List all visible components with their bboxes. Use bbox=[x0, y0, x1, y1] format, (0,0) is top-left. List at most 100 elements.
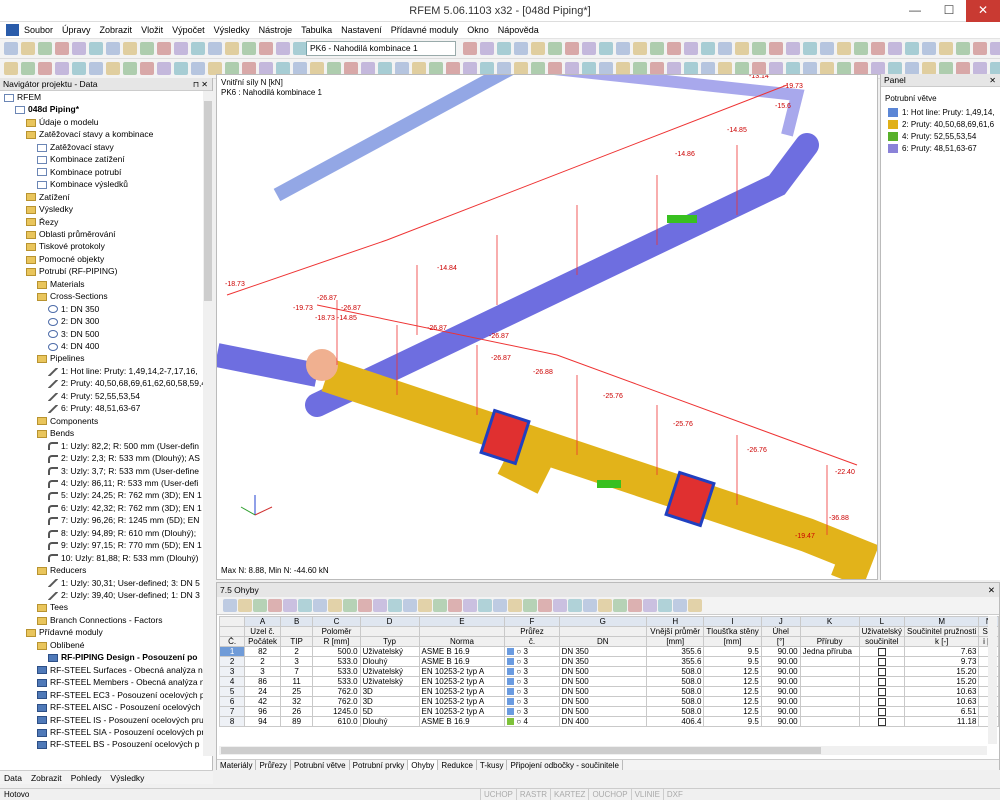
wall-thickness-cell[interactable]: 12.5 bbox=[703, 666, 762, 677]
column-letter[interactable]: B bbox=[279, 616, 314, 627]
tree-item[interactable]: 4: DN 400 bbox=[48, 340, 99, 352]
table-row[interactable]: 3 3 7 533.0 Uživatelský EN 10253-2 typ A ○ 3 DN… bbox=[218, 666, 999, 677]
tree-item[interactable]: RF-STEEL SIA - Posouzení ocelových pr bbox=[37, 726, 203, 738]
tip-node-cell[interactable]: 89 bbox=[279, 716, 314, 727]
column-letter[interactable]: K bbox=[799, 616, 860, 627]
radius-cell[interactable]: 762.0 bbox=[312, 696, 361, 707]
tree-item[interactable]: Řezy bbox=[26, 216, 58, 228]
user-factor-checkbox[interactable] bbox=[877, 697, 886, 706]
tree-item[interactable]: 1: Uzly: 82,2; R: 500 mm (User-defin bbox=[48, 440, 199, 452]
dn-cell[interactable]: DN 400 bbox=[558, 716, 648, 727]
toolbar-tool-icon[interactable] bbox=[956, 42, 970, 55]
status-mode-0[interactable]: UCHOP bbox=[480, 789, 516, 800]
status-mode-3[interactable]: OUCHOP bbox=[588, 789, 630, 800]
norm-cell[interactable]: EN 10253-2 typ A bbox=[418, 696, 506, 707]
table-tool-icon[interactable] bbox=[433, 599, 447, 612]
table-tool-icon[interactable] bbox=[598, 599, 612, 612]
tree-item[interactable]: RF-STEEL EC3 - Posouzení ocelových p bbox=[37, 689, 203, 701]
tree-item[interactable]: Kombinace výsledků bbox=[37, 178, 128, 190]
table-tool-icon[interactable] bbox=[568, 599, 582, 612]
tree-item[interactable]: 2: Uzly: 39,40; User-defined; 1: DN 3 bbox=[48, 589, 200, 601]
toolbar-tool-icon[interactable] bbox=[72, 42, 86, 55]
table-tool-icon[interactable] bbox=[673, 599, 687, 612]
table-tool-icon[interactable] bbox=[253, 599, 267, 612]
flexibility-cell[interactable]: 9.73 bbox=[904, 656, 980, 667]
table-tool-icon[interactable] bbox=[418, 599, 432, 612]
flexibility-cell[interactable]: 7.63 bbox=[904, 646, 980, 657]
toolbar-tool-icon[interactable] bbox=[531, 42, 545, 55]
section-cell[interactable]: ○ 4 bbox=[504, 716, 560, 727]
angle-cell[interactable]: 90.00 bbox=[760, 686, 801, 697]
table-tool-icon[interactable] bbox=[688, 599, 702, 612]
tree-item[interactable]: 1: Hot line: Pruty: 1,49,14,2-7,17,16, bbox=[48, 365, 198, 377]
tree-item[interactable]: Přídavné moduly bbox=[26, 626, 103, 638]
outer-diameter-cell[interactable]: 406.4 bbox=[645, 716, 705, 727]
radius-type-cell[interactable]: 5D bbox=[359, 706, 420, 717]
radius-type-cell[interactable]: Dlouhý bbox=[359, 716, 420, 727]
toolbar-tool-icon[interactable] bbox=[191, 62, 205, 75]
row-number[interactable]: 5 bbox=[218, 686, 246, 697]
tree-item[interactable]: Kombinace potrubí bbox=[37, 166, 121, 178]
table-vscroll[interactable] bbox=[988, 616, 997, 744]
tree-item[interactable]: 1: DN 350 bbox=[48, 303, 99, 315]
toolbar-tool-icon[interactable] bbox=[174, 42, 188, 55]
menu-item-6[interactable]: Nástroje bbox=[259, 25, 293, 35]
dn-cell[interactable]: DN 500 bbox=[558, 686, 648, 697]
norm-cell[interactable]: EN 10253-2 typ A bbox=[418, 706, 506, 717]
section-cell[interactable]: ○ 3 bbox=[504, 656, 560, 667]
table-tool-icon[interactable] bbox=[628, 599, 642, 612]
flexibility-cell[interactable]: 11.18 bbox=[904, 716, 980, 727]
status-mode-5[interactable]: DXF bbox=[662, 789, 686, 800]
menu-item-3[interactable]: Vložit bbox=[141, 25, 163, 35]
start-node-cell[interactable]: 86 bbox=[244, 676, 281, 687]
radius-type-cell[interactable]: Uživatelský bbox=[359, 676, 420, 687]
nav-tab-1[interactable]: Zobrazit bbox=[27, 771, 67, 784]
outer-diameter-cell[interactable]: 355.6 bbox=[645, 646, 705, 657]
menu-item-10[interactable]: Okno bbox=[467, 25, 489, 35]
toolbar-tool-icon[interactable] bbox=[140, 62, 154, 75]
row-number[interactable]: 6 bbox=[218, 696, 246, 707]
toolbar-tool-icon[interactable] bbox=[718, 42, 732, 55]
toolbar-tool-icon[interactable] bbox=[565, 42, 579, 55]
start-node-cell[interactable]: 3 bbox=[244, 666, 281, 677]
tip-node-cell[interactable]: 11 bbox=[279, 676, 314, 687]
radius-cell[interactable]: 762.0 bbox=[312, 686, 361, 697]
tree-item[interactable]: Zatížení bbox=[26, 191, 70, 203]
toolbar-tool-icon[interactable] bbox=[667, 42, 681, 55]
toolbar-tool-icon[interactable] bbox=[871, 42, 885, 55]
wall-thickness-cell[interactable]: 12.5 bbox=[703, 676, 762, 687]
toolbar-tool-icon[interactable] bbox=[633, 42, 647, 55]
table-tool-icon[interactable] bbox=[343, 599, 357, 612]
toolbar-tool-icon[interactable] bbox=[973, 42, 987, 55]
table-tab-7[interactable]: Připojení odbočky - součinitele bbox=[507, 760, 623, 770]
nav-tab-3[interactable]: Výsledky bbox=[106, 771, 149, 784]
tree-item[interactable]: RFEM bbox=[4, 91, 41, 103]
flanges-cell[interactable] bbox=[799, 676, 860, 687]
table-tool-icon[interactable] bbox=[463, 599, 477, 612]
norm-cell[interactable]: ASME B 16.9 bbox=[418, 656, 506, 667]
toolbar-tool-icon[interactable] bbox=[769, 42, 783, 55]
tip-node-cell[interactable]: 25 bbox=[279, 686, 314, 697]
tip-node-cell[interactable]: 2 bbox=[279, 646, 314, 657]
tree-item[interactable]: Výsledky bbox=[26, 203, 73, 215]
table-tool-icon[interactable] bbox=[613, 599, 627, 612]
start-node-cell[interactable]: 2 bbox=[244, 656, 281, 667]
toolbar-tool-icon[interactable] bbox=[225, 42, 239, 55]
table-tool-icon[interactable] bbox=[583, 599, 597, 612]
toolbar-tool-icon[interactable] bbox=[837, 42, 851, 55]
toolbar-tool-icon[interactable] bbox=[38, 62, 52, 75]
toolbar-tool-icon[interactable] bbox=[208, 42, 222, 55]
wall-thickness-cell[interactable]: 12.5 bbox=[703, 696, 762, 707]
column-letter[interactable]: H bbox=[645, 616, 705, 627]
close-button[interactable]: ✕ bbox=[966, 0, 1000, 22]
flanges-cell[interactable] bbox=[799, 666, 860, 677]
toolbar-tool-icon[interactable] bbox=[888, 42, 902, 55]
column-letter[interactable]: C bbox=[312, 616, 361, 627]
table-tool-icon[interactable] bbox=[643, 599, 657, 612]
tree-item[interactable]: Tees bbox=[37, 601, 68, 613]
dn-cell[interactable]: DN 500 bbox=[558, 706, 648, 717]
angle-cell[interactable]: 90.00 bbox=[760, 706, 801, 717]
row-number[interactable]: 4 bbox=[218, 676, 246, 687]
nav-tab-0[interactable]: Data bbox=[0, 771, 27, 784]
tree-item[interactable]: 5: Uzly: 24,25; R: 762 mm (3D); EN 1 bbox=[48, 489, 202, 501]
